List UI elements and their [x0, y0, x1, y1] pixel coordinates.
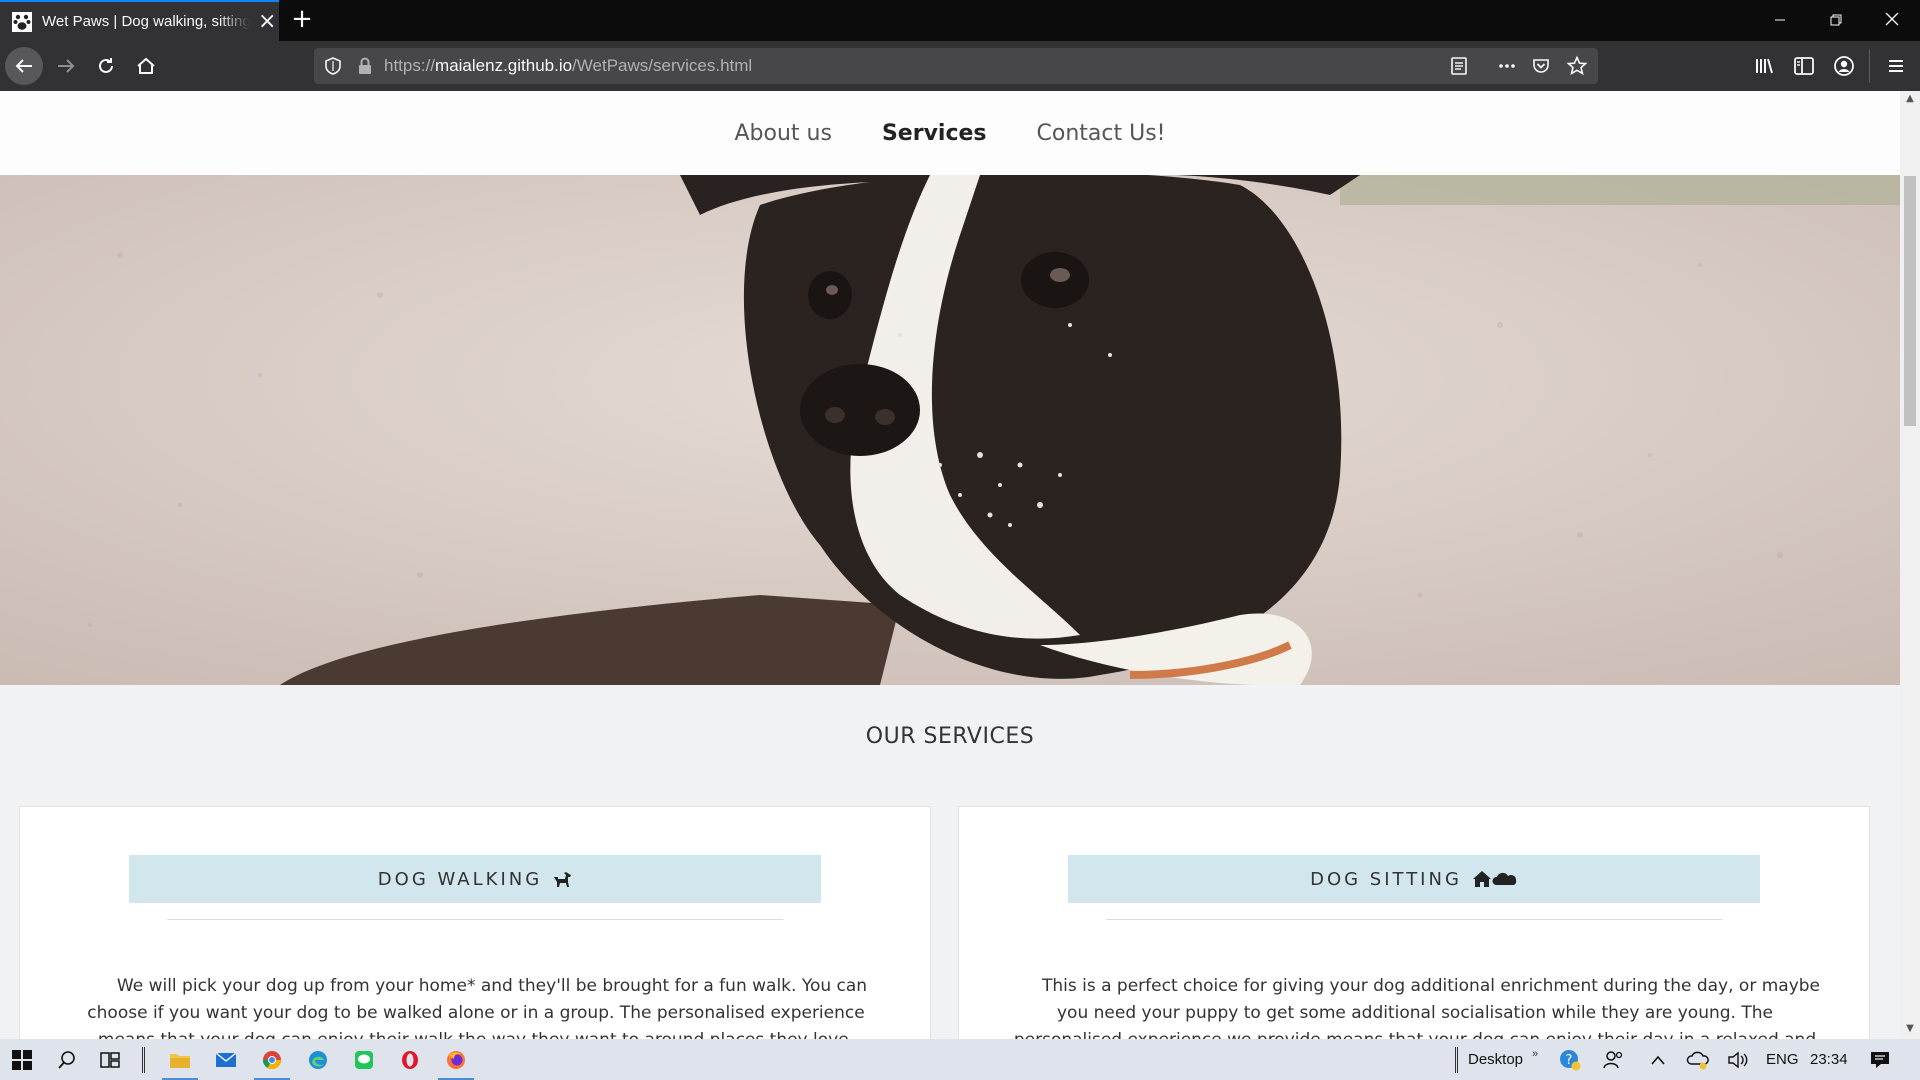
help-icon: ?	[1560, 1049, 1581, 1070]
nav-link-about-us[interactable]: About us	[735, 121, 832, 146]
tab-title: Wet Paws | Dog walking, sitting & more	[42, 13, 250, 30]
onedrive-tray-button[interactable]	[1676, 1039, 1720, 1080]
restore-window-button[interactable]	[1808, 0, 1864, 41]
more-actions-icon[interactable]	[1496, 55, 1518, 77]
puppy-on-beach-illustration	[0, 175, 1900, 685]
scroll-up-arrow-icon[interactable]: ▲	[1900, 93, 1920, 104]
browser-toolbar: https://maialenz.github.io/WetPaws/servi…	[0, 41, 1920, 91]
back-arrow-icon	[15, 59, 32, 73]
web-page: About us Services Contact Us! OUR SERVIC…	[0, 91, 1900, 1039]
chevron-up-icon	[1651, 1055, 1665, 1065]
windows-logo-icon	[12, 1049, 32, 1070]
url-scheme: https://	[384, 56, 436, 75]
taskbar-grip-icon	[142, 1047, 145, 1073]
toolbar-grip-icon	[1455, 1047, 1458, 1073]
hero-dog-image	[0, 175, 1900, 685]
card-header: DOG SITTING	[1068, 855, 1760, 903]
close-tab-icon[interactable]: ×	[258, 10, 276, 33]
url-bar[interactable]: https://maialenz.github.io/WetPaws/servi…	[314, 48, 1598, 84]
nav-link-services[interactable]: Services	[882, 121, 987, 146]
edge-button[interactable]	[296, 1039, 340, 1080]
section-title: OUR SERVICES	[865, 724, 1035, 749]
help-tray-button[interactable]: ?	[1548, 1039, 1592, 1080]
chat-app-icon	[355, 1050, 373, 1069]
site-navigation: About us Services Contact Us!	[0, 91, 1900, 175]
card-divider	[1106, 919, 1722, 920]
desktop-toolbar-label[interactable]: Desktop	[1468, 1039, 1523, 1080]
browser-tab-strip: Wet Paws | Dog walking, sitting & more ×…	[0, 0, 1920, 41]
dog-icon	[554, 872, 572, 887]
card-description: We will pick your dog up from your home*…	[87, 976, 868, 1039]
card-title: DOG WALKING	[377, 868, 543, 890]
browser-tab[interactable]: Wet Paws | Dog walking, sitting & more ×	[0, 0, 279, 41]
forward-button[interactable]	[47, 47, 85, 85]
reader-view-icon[interactable]	[1448, 55, 1470, 77]
url-path: /WetPaws/services.html	[572, 56, 753, 75]
forward-arrow-icon	[58, 59, 75, 73]
pocket-icon[interactable]	[1530, 55, 1552, 77]
minimize-window-button[interactable]	[1752, 0, 1808, 41]
house-and-cloud-icon	[1472, 871, 1517, 887]
scroll-down-arrow-icon[interactable]: ▼	[1900, 1023, 1920, 1034]
opera-icon	[402, 1050, 418, 1069]
action-center-button[interactable]	[1858, 1039, 1902, 1080]
home-button[interactable]	[127, 47, 165, 85]
mail-icon	[215, 1051, 237, 1067]
folder-icon	[170, 1053, 190, 1068]
bookmark-star-icon[interactable]	[1566, 55, 1588, 77]
cloud-icon	[1686, 1051, 1709, 1069]
toolbar-expand-chevron-icon[interactable]: »	[1532, 1039, 1538, 1080]
service-card-dog-walking: DOG WALKING We will pick your dog up fro…	[19, 806, 931, 1039]
url-text[interactable]: https://maialenz.github.io/WetPaws/servi…	[384, 48, 752, 84]
search-icon	[58, 1050, 75, 1069]
close-window-button[interactable]	[1864, 0, 1920, 41]
line-app-button[interactable]	[342, 1039, 386, 1080]
task-view-icon	[100, 1051, 120, 1068]
service-card-dog-sitting: DOG SITTING This is a perfect choice for…	[958, 806, 1870, 1039]
file-explorer-button[interactable]	[158, 1039, 202, 1080]
reload-button[interactable]	[87, 47, 125, 85]
chrome-button[interactable]	[250, 1039, 294, 1080]
svg-text:?: ?	[1566, 1053, 1573, 1068]
paw-favicon-icon	[12, 11, 32, 32]
home-icon	[137, 57, 155, 74]
account-icon[interactable]	[1832, 54, 1856, 78]
task-view-button[interactable]	[89, 1039, 133, 1080]
back-button[interactable]	[5, 47, 43, 85]
toolbar-divider	[1869, 49, 1870, 83]
input-language-indicator[interactable]: ENG	[1766, 1039, 1799, 1080]
speaker-icon	[1728, 1051, 1748, 1068]
chrome-icon	[263, 1050, 281, 1069]
lock-icon[interactable]	[354, 55, 376, 77]
windows-taskbar: Desktop » ? ENG 23:34	[0, 1039, 1920, 1080]
card-header: DOG WALKING	[129, 855, 821, 903]
search-button[interactable]	[45, 1039, 89, 1080]
notification-icon	[1871, 1051, 1889, 1068]
new-tab-button[interactable]: +	[288, 6, 316, 34]
people-tray-button[interactable]	[1592, 1039, 1636, 1080]
firefox-button[interactable]	[434, 1039, 478, 1080]
card-divider	[167, 919, 783, 920]
edge-icon	[309, 1050, 327, 1069]
mail-app-button[interactable]	[204, 1039, 248, 1080]
start-button[interactable]	[0, 1039, 44, 1080]
show-hidden-icons-button[interactable]	[1636, 1039, 1680, 1080]
hamburger-menu-icon[interactable]	[1884, 54, 1908, 78]
url-host: maialenz.github.io	[435, 56, 573, 75]
sidebar-icon[interactable]	[1792, 54, 1816, 78]
library-icon[interactable]	[1752, 54, 1776, 78]
opera-button[interactable]	[388, 1039, 432, 1080]
shield-icon[interactable]	[322, 55, 344, 77]
people-icon	[1603, 1050, 1623, 1068]
page-scrollbar[interactable]: ▲ ▼	[1900, 91, 1920, 1039]
reload-icon	[99, 58, 113, 73]
volume-tray-button[interactable]	[1716, 1039, 1760, 1080]
firefox-icon	[447, 1050, 465, 1069]
scrollbar-thumb[interactable]	[1904, 176, 1916, 426]
clock[interactable]: 23:34	[1810, 1039, 1848, 1080]
nav-link-contact-us[interactable]: Contact Us!	[1037, 121, 1166, 146]
card-title: DOG SITTING	[1310, 868, 1462, 890]
card-description: This is a perfect choice for giving your…	[1014, 976, 1821, 1039]
